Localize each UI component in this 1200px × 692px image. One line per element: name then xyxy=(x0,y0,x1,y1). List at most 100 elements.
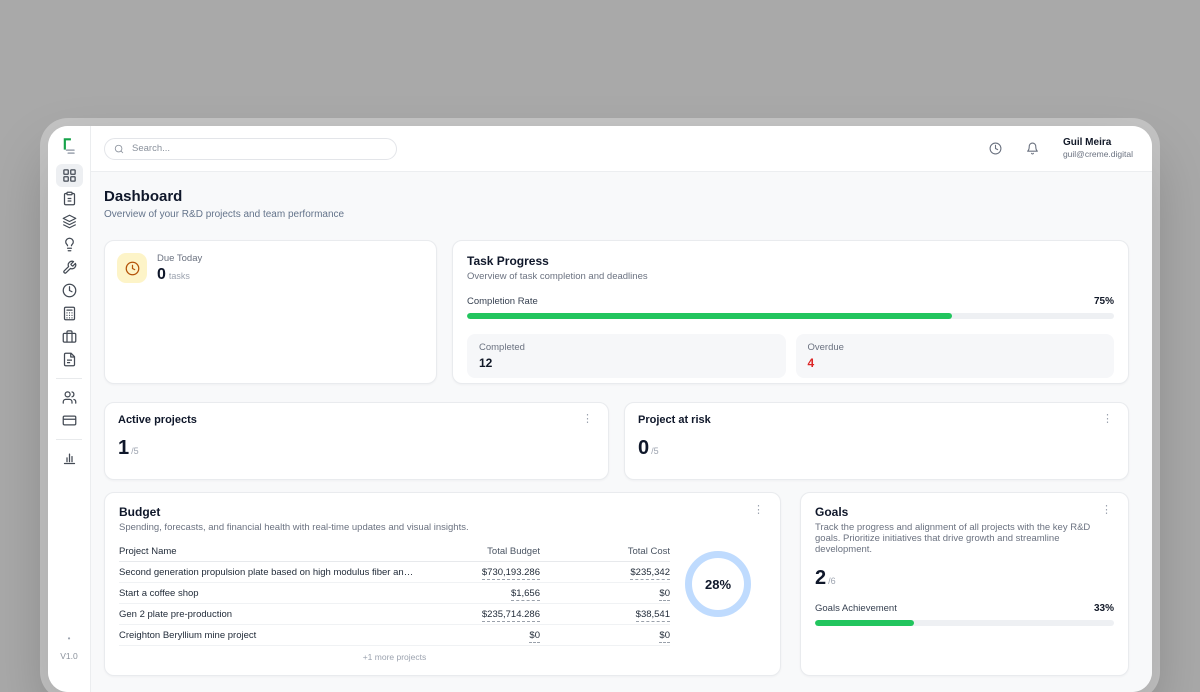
table-row[interactable]: Gen 2 plate pre-production $235,714.286 … xyxy=(119,604,670,625)
sidebar-item-projects[interactable] xyxy=(56,210,83,233)
budget-title: Budget xyxy=(119,505,160,519)
project-name-cell: Start a coffee shop xyxy=(119,588,422,599)
due-today-card: Due Today 0tasks xyxy=(104,240,437,384)
app-version: • V1.0 xyxy=(48,634,90,661)
goals-denominator: /6 xyxy=(828,576,836,586)
calculator-icon xyxy=(62,306,77,321)
goals-achievement-label: Goals Achievement xyxy=(815,603,897,614)
due-today-value: 0 xyxy=(157,266,166,283)
overdue-value: 4 xyxy=(808,356,1103,370)
sidebar-item-documents[interactable] xyxy=(56,348,83,371)
table-row[interactable]: Start a coffee shop $1,656 $0 xyxy=(119,583,670,604)
sidebar-item-time[interactable] xyxy=(56,279,83,302)
kebab-menu-icon[interactable]: ⋮ xyxy=(1099,505,1114,515)
kebab-menu-icon[interactable]: ⋮ xyxy=(1100,414,1115,424)
sidebar: • V1.0 xyxy=(48,126,91,692)
total-budget-cell[interactable]: $730,193.286 xyxy=(482,567,540,580)
document-icon xyxy=(62,352,77,367)
completed-stat: Completed 12 xyxy=(467,334,786,378)
search-input[interactable] xyxy=(130,142,387,155)
project-at-risk-denominator: /5 xyxy=(651,446,659,456)
completed-label: Completed xyxy=(479,342,774,353)
row-project-stats: Active projects ⋮ 1/5 Project at risk ⋮ … xyxy=(104,402,1129,480)
overdue-label: Overdue xyxy=(808,342,1103,353)
users-icon xyxy=(62,390,77,405)
active-projects-card: Active projects ⋮ 1/5 xyxy=(104,402,609,480)
page-subtitle: Overview of your R&D projects and team p… xyxy=(104,209,1129,220)
due-today-unit: tasks xyxy=(169,271,190,281)
clock-icon[interactable] xyxy=(989,142,1002,155)
budget-subtitle: Spending, forecasts, and financial healt… xyxy=(119,522,766,533)
due-today-label: Due Today xyxy=(157,253,202,264)
completion-rate-value: 75% xyxy=(1094,296,1114,307)
total-budget-cell[interactable]: $1,656 xyxy=(511,588,540,601)
topbar-right: Guil Meira guil@creme.digital xyxy=(989,137,1133,160)
project-at-risk-value: 0 xyxy=(638,437,649,459)
clock-icon xyxy=(62,283,77,298)
dashboard-grid-icon xyxy=(62,168,77,183)
sidebar-item-portfolio[interactable] xyxy=(56,325,83,348)
wrench-icon xyxy=(62,260,77,275)
bell-icon[interactable] xyxy=(1026,142,1039,155)
lightbulb-icon xyxy=(62,237,77,252)
page-title: Dashboard xyxy=(104,188,1129,205)
completion-rate-label: Completion Rate xyxy=(467,296,538,307)
task-progress-card: Task Progress Overview of task completio… xyxy=(452,240,1129,384)
more-projects-link[interactable]: +1 more projects xyxy=(119,646,670,662)
total-cost-cell[interactable]: $235,342 xyxy=(630,567,670,580)
app-window: • V1.0 Guil Meira guil xyxy=(48,126,1152,692)
goals-progress-fill xyxy=(815,620,914,626)
main-area: Guil Meira guil@creme.digital Dashboard … xyxy=(91,126,1152,692)
col-header-total-cost: Total Cost xyxy=(540,546,670,557)
budget-table: Project Name Total Budget Total Cost Sec… xyxy=(119,541,670,662)
goals-title: Goals xyxy=(815,505,848,519)
budget-donut-wrap: 28% xyxy=(670,541,766,662)
goals-achievement-value: 33% xyxy=(1094,603,1114,614)
version-label: V1.0 xyxy=(48,651,90,661)
budget-card: Budget ⋮ Spending, forecasts, and financ… xyxy=(104,492,781,676)
credit-card-icon xyxy=(62,413,77,428)
sidebar-item-dashboard[interactable] xyxy=(56,164,83,187)
col-header-total-budget: Total Budget xyxy=(422,546,540,557)
user-menu[interactable]: Guil Meira guil@creme.digital xyxy=(1063,137,1133,160)
table-row[interactable]: Second generation propulsion plate based… xyxy=(119,562,670,583)
kebab-menu-icon[interactable]: ⋮ xyxy=(580,414,595,424)
table-row[interactable]: Creighton Beryllium mine project $0 $0 xyxy=(119,625,670,646)
version-dot: • xyxy=(48,634,90,644)
total-budget-cell[interactable]: $235,714.286 xyxy=(482,609,540,622)
row-budget-goals: Budget ⋮ Spending, forecasts, and financ… xyxy=(104,492,1129,676)
budget-donut-ring: 28% xyxy=(685,551,751,617)
total-budget-cell[interactable]: $0 xyxy=(529,630,540,643)
total-cost-cell[interactable]: $0 xyxy=(659,630,670,643)
task-progress-title: Task Progress xyxy=(467,254,1114,268)
sidebar-item-tasks[interactable] xyxy=(56,187,83,210)
active-projects-value: 1 xyxy=(118,437,129,459)
sidebar-item-calculator[interactable] xyxy=(56,302,83,325)
sidebar-divider xyxy=(56,439,82,440)
completion-progress-fill xyxy=(467,313,952,319)
active-projects-denominator: /5 xyxy=(131,446,139,456)
total-cost-cell[interactable]: $38,541 xyxy=(636,609,670,622)
task-progress-subtitle: Overview of task completion and deadline… xyxy=(467,271,1114,282)
goals-progress-bar xyxy=(815,620,1114,626)
goals-value: 2 xyxy=(815,567,826,589)
active-projects-title: Active projects xyxy=(118,414,197,426)
kebab-menu-icon[interactable]: ⋮ xyxy=(751,505,766,515)
project-name-cell: Gen 2 plate pre-production xyxy=(119,609,422,620)
sidebar-item-analytics[interactable] xyxy=(56,447,83,470)
project-at-risk-title: Project at risk xyxy=(638,414,711,426)
dashboard-content: Dashboard Overview of your R&D projects … xyxy=(91,172,1152,692)
search-box[interactable] xyxy=(104,138,397,160)
sidebar-item-tools[interactable] xyxy=(56,256,83,279)
user-email: guil@creme.digital xyxy=(1063,149,1133,160)
topbar: Guil Meira guil@creme.digital xyxy=(91,126,1152,172)
sidebar-item-team[interactable] xyxy=(56,386,83,409)
briefcase-icon xyxy=(62,329,77,344)
sidebar-item-ideas[interactable] xyxy=(56,233,83,256)
user-name: Guil Meira xyxy=(1063,137,1133,150)
sidebar-divider xyxy=(56,378,82,379)
sidebar-item-billing[interactable] xyxy=(56,409,83,432)
total-cost-cell[interactable]: $0 xyxy=(659,588,670,601)
layers-icon xyxy=(62,214,77,229)
search-icon xyxy=(114,144,124,154)
